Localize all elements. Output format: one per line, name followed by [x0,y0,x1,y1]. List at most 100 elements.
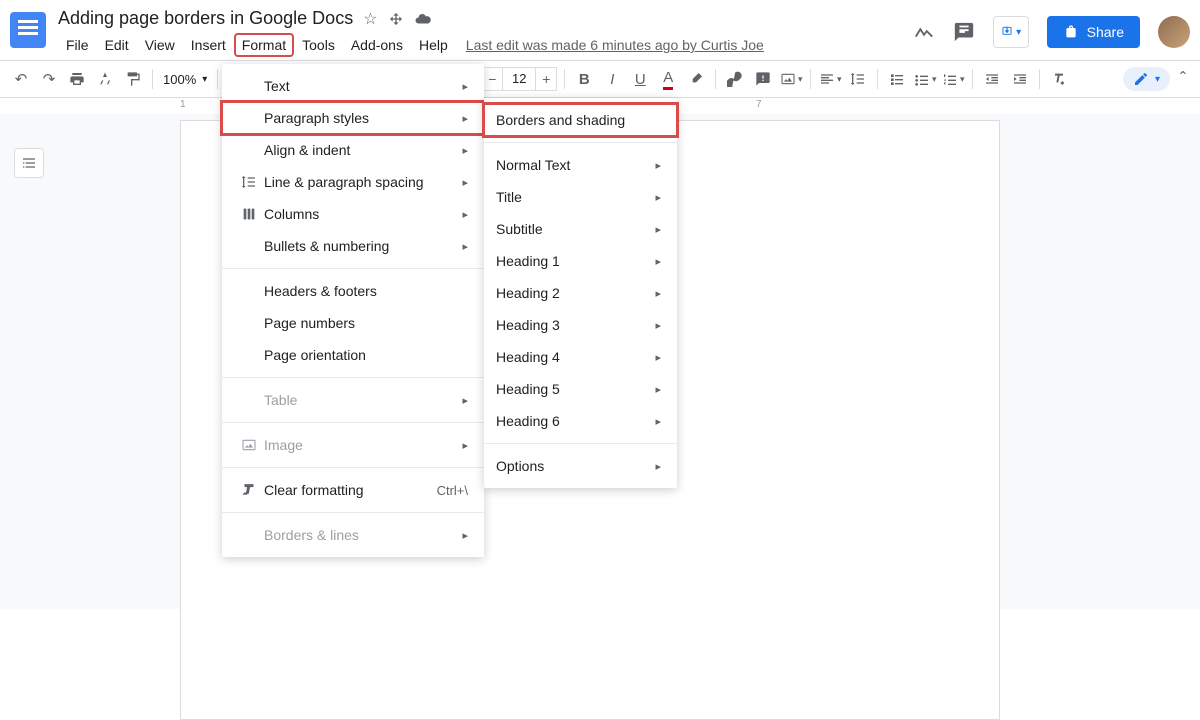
last-edit-link[interactable]: Last edit was made 6 minutes ago by Curt… [466,37,764,53]
document-outline-button[interactable] [14,148,44,178]
print-button[interactable] [64,66,90,92]
cloud-status-icon[interactable] [414,10,432,28]
chevron-right-icon: ▸ [655,319,661,332]
font-size-increase[interactable]: + [535,67,557,91]
menu-format[interactable]: Format [234,33,294,57]
format-menu-bullets-numbering[interactable]: Bullets & numbering▸ [222,230,484,262]
chevron-right-icon: ▸ [462,208,468,221]
chevron-right-icon: ▸ [462,112,468,125]
document-title[interactable]: Adding page borders in Google Docs [58,8,353,29]
italic-button[interactable]: I [599,66,625,92]
paragraph-styles-normal-text[interactable]: Normal Text▸ [484,149,677,181]
chevron-right-icon: ▸ [655,223,661,236]
editing-mode-button[interactable]: ▾ [1123,67,1170,91]
increase-indent-button[interactable] [1007,66,1033,92]
format-menu-columns[interactable]: Columns▸ [222,198,484,230]
format-menu: Text▸Paragraph styles▸Align & indent▸Lin… [222,64,484,557]
paragraph-styles-heading-1[interactable]: Heading 1▸ [484,245,677,277]
chevron-right-icon: ▸ [462,176,468,189]
linespacing-icon [234,174,264,190]
chevron-right-icon: ▸ [655,191,661,204]
clear-formatting-button[interactable] [1046,66,1072,92]
paragraph-styles-borders-and-shading[interactable]: Borders and shading [484,104,677,136]
insert-image-button[interactable]: ▾ [778,66,804,92]
format-menu-borders-lines: Borders & lines▸ [222,519,484,551]
numbered-list-button[interactable]: ▾ [940,66,966,92]
format-menu-page-numbers[interactable]: Page numbers [222,307,484,339]
menubar: FileEditViewInsertFormatToolsAdd-onsHelp… [58,33,913,57]
docs-logo[interactable] [10,12,46,48]
menu-insert[interactable]: Insert [183,33,234,57]
format-menu-paragraph-styles[interactable]: Paragraph styles▸ [222,102,484,134]
text-color-button[interactable]: A [655,66,681,92]
zoom-select[interactable]: 100%▾ [159,72,211,87]
chevron-right-icon: ▸ [462,529,468,542]
format-menu-table: Table▸ [222,384,484,416]
star-icon[interactable]: ☆ [363,9,377,29]
menu-help[interactable]: Help [411,33,456,57]
chevron-right-icon: ▸ [655,415,661,428]
underline-button[interactable]: U [627,66,653,92]
chevron-right-icon: ▸ [655,159,661,172]
chevron-right-icon: ▸ [655,351,661,364]
bold-button[interactable]: B [571,66,597,92]
menu-edit[interactable]: Edit [97,33,137,57]
menu-view[interactable]: View [137,33,183,57]
font-size-group: − 12 + [480,66,558,92]
paint-format-button[interactable] [120,66,146,92]
present-button[interactable]: ▾ [993,16,1029,48]
comments-icon[interactable] [953,21,975,43]
chevron-right-icon: ▸ [462,144,468,157]
paragraph-styles-menu: Borders and shading Normal Text▸Title▸Sub… [484,98,677,488]
share-button[interactable]: Share [1047,16,1140,48]
format-menu-text[interactable]: Text▸ [222,70,484,102]
insert-link-button[interactable] [722,66,748,92]
highlight-button[interactable] [683,66,709,92]
chevron-right-icon: ▸ [655,383,661,396]
chevron-right-icon: ▸ [462,394,468,407]
paragraph-styles-title[interactable]: Title▸ [484,181,677,213]
paragraph-styles-heading-5[interactable]: Heading 5▸ [484,373,677,405]
share-label: Share [1087,24,1124,40]
paragraph-styles-heading-2[interactable]: Heading 2▸ [484,277,677,309]
checklist-button[interactable] [884,66,910,92]
line-spacing-button[interactable] [845,66,871,92]
ruler-mark: 7 [756,99,762,110]
paragraph-styles-heading-4[interactable]: Heading 4▸ [484,341,677,373]
add-comment-button[interactable] [750,66,776,92]
format-menu-align-indent[interactable]: Align & indent▸ [222,134,484,166]
spellcheck-button[interactable] [92,66,118,92]
activity-icon[interactable] [913,21,935,43]
font-size-decrease[interactable]: − [481,67,503,91]
image-icon [234,437,264,453]
format-menu-image: Image▸ [222,429,484,461]
chevron-right-icon: ▸ [462,80,468,93]
menu-file[interactable]: File [58,33,97,57]
menu-add-ons[interactable]: Add-ons [343,33,411,57]
format-menu-headers-footers[interactable]: Headers & footers [222,275,484,307]
chevron-right-icon: ▸ [655,255,661,268]
align-button[interactable]: ▾ [817,66,843,92]
ruler-mark: 1 [180,99,186,110]
paragraph-styles-heading-6[interactable]: Heading 6▸ [484,405,677,437]
hide-sidebar-button[interactable]: ˆ [1174,69,1192,90]
paragraph-styles-options[interactable]: Options▸ [484,450,677,482]
redo-button[interactable]: ↷ [36,66,62,92]
toolbar: ↶ ↷ 100%▾ − 12 + B I U A ▾ ▾ ▾ ▾ ▾ ˆ [0,60,1200,98]
format-menu-clear-formatting[interactable]: Clear formattingCtrl+\ [222,474,484,506]
menu-tools[interactable]: Tools [294,33,343,57]
paragraph-styles-heading-3[interactable]: Heading 3▸ [484,309,677,341]
decrease-indent-button[interactable] [979,66,1005,92]
chevron-right-icon: ▸ [462,240,468,253]
format-menu-page-orientation[interactable]: Page orientation [222,339,484,371]
font-size-value[interactable]: 12 [503,67,535,91]
bulleted-list-button[interactable]: ▾ [912,66,938,92]
chevron-right-icon: ▸ [655,460,661,473]
move-icon[interactable] [388,11,404,27]
format-menu-line-paragraph-spacing[interactable]: Line & paragraph spacing▸ [222,166,484,198]
account-avatar[interactable] [1158,16,1190,48]
undo-button[interactable]: ↶ [8,66,34,92]
paragraph-styles-subtitle[interactable]: Subtitle▸ [484,213,677,245]
clear-icon [234,482,264,498]
chevron-right-icon: ▸ [655,287,661,300]
